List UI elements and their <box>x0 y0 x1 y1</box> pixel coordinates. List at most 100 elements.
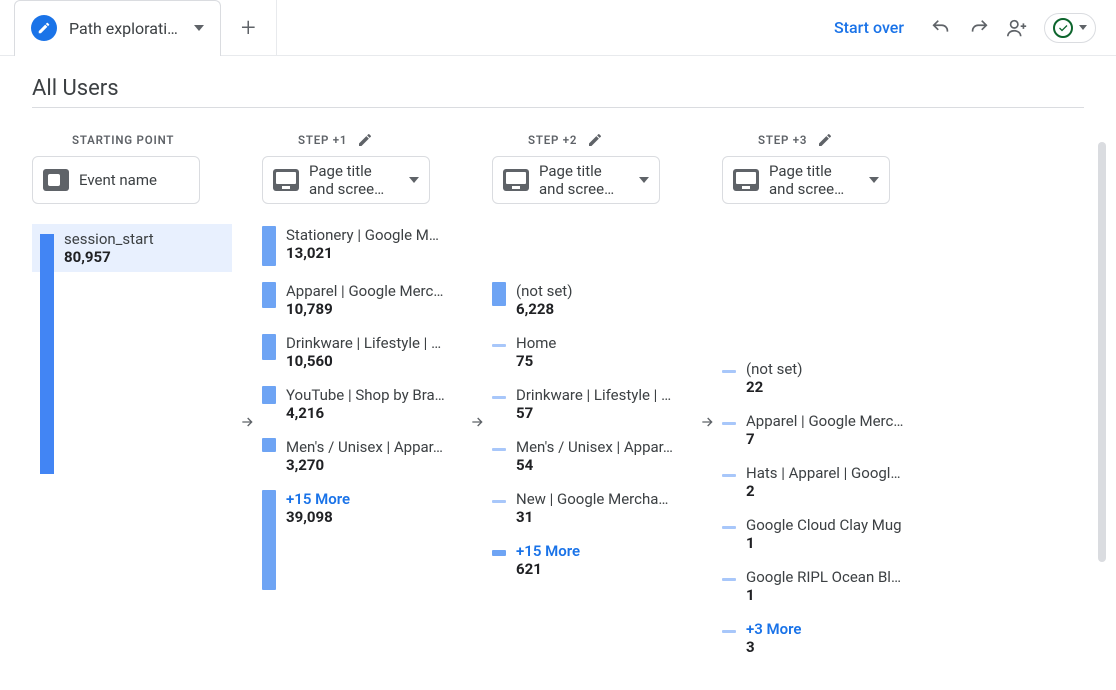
node-value: 6,228 <box>516 300 572 318</box>
step-3-dropdown[interactable]: Page title and scree… <box>722 156 890 204</box>
path-start-node[interactable]: session_start 80,957 <box>32 224 232 272</box>
path-node[interactable]: Men's / Unisex | Appar…3,270 <box>262 436 462 488</box>
node-value: 57 <box>516 404 671 422</box>
step-arrow-icon <box>232 174 262 670</box>
share-user-button[interactable] <box>1002 17 1032 39</box>
step-2-header: STEP +2 <box>528 133 577 147</box>
node-label: Hats | Apparel | Googl… <box>746 464 900 482</box>
node-bar <box>40 234 54 474</box>
node-bar <box>262 226 276 266</box>
dropdown-label: Page title and scree… <box>539 162 629 198</box>
path-node[interactable]: Drinkware | Lifestyle | …57 <box>492 384 692 436</box>
step-2-dropdown[interactable]: Page title and scree… <box>492 156 660 204</box>
step-1-column: STEP +1 Page title and scree… Stationery… <box>262 132 462 670</box>
step-3-column: STEP +3 Page title and scree… (not set)2… <box>722 132 922 670</box>
node-value: 621 <box>516 560 580 578</box>
dropdown-label: Event name <box>79 171 189 189</box>
segment-title: All Users <box>32 76 1084 108</box>
exploration-tab[interactable]: Path explorati… <box>14 0 221 56</box>
node-bar <box>492 550 506 556</box>
start-over-button[interactable]: Start over <box>834 18 904 37</box>
node-label: Drinkware | Lifestyle | … <box>516 386 671 404</box>
node-value: 1 <box>746 534 902 552</box>
node-bar <box>262 386 276 404</box>
path-node[interactable]: (not set)22 <box>722 358 922 410</box>
node-value: 39,098 <box>286 508 350 526</box>
chevron-down-icon <box>639 177 649 183</box>
step-arrow-icon <box>692 174 722 670</box>
path-node[interactable]: Apparel | Google Merc…10,789 <box>262 280 462 332</box>
step-1-dropdown[interactable]: Page title and scree… <box>262 156 430 204</box>
edit-step-button[interactable] <box>587 132 603 148</box>
node-label: +3 More <box>746 620 802 638</box>
insights-status-button[interactable] <box>1044 13 1096 43</box>
add-tab-button[interactable]: + <box>221 0 277 56</box>
path-node[interactable]: +3 More3 <box>722 618 922 670</box>
step-1-header: STEP +1 <box>298 133 347 147</box>
tab-dropdown-caret-icon[interactable] <box>194 25 204 31</box>
edit-step-button[interactable] <box>817 132 833 148</box>
node-bar <box>262 334 276 360</box>
node-bar <box>492 344 506 347</box>
pencil-circle-icon <box>31 15 57 41</box>
step-2-column: STEP +2 Page title and scree… (not set)6… <box>492 132 692 670</box>
path-node[interactable]: Hats | Apparel | Googl…2 <box>722 462 922 514</box>
event-icon <box>43 169 69 191</box>
path-node[interactable]: +15 More39,098 <box>262 488 462 604</box>
path-node[interactable]: Stationery | Google Me…13,021 <box>262 224 462 280</box>
node-bar <box>492 282 506 306</box>
path-node[interactable]: Men's / Unisex | Appar…54 <box>492 436 692 488</box>
chevron-down-icon <box>1079 25 1087 30</box>
node-label: Home <box>516 334 556 352</box>
check-circle-icon <box>1053 18 1073 38</box>
top-toolbar: Path explorati… + Start over <box>0 0 1116 56</box>
node-value: 2 <box>746 482 900 500</box>
plus-icon: + <box>241 13 256 43</box>
path-node[interactable]: YouTube | Shop by Bra…4,216 <box>262 384 462 436</box>
path-node[interactable]: New | Google Merchan…31 <box>492 488 692 540</box>
node-label: YouTube | Shop by Bra… <box>286 386 445 404</box>
node-value: 4,216 <box>286 404 445 422</box>
node-label: Google RIPL Ocean Bl… <box>746 568 901 586</box>
node-value: 1 <box>746 586 901 604</box>
path-node[interactable]: +15 More621 <box>492 540 692 592</box>
node-value: 13,021 <box>286 244 446 262</box>
node-label: New | Google Merchan… <box>516 490 676 508</box>
scrollbar[interactable] <box>1098 142 1106 562</box>
node-label: Stationery | Google Me… <box>286 226 446 244</box>
node-label: (not set) <box>516 282 572 300</box>
node-bar <box>492 396 506 399</box>
node-label: session_start <box>64 230 154 248</box>
path-node[interactable]: Google Cloud Clay Mug1 <box>722 514 922 566</box>
step-3-header: STEP +3 <box>758 133 807 147</box>
path-node[interactable]: Home75 <box>492 332 692 384</box>
node-value: 31 <box>516 508 676 526</box>
node-bar <box>492 500 506 503</box>
redo-button[interactable] <box>964 17 994 39</box>
node-bar <box>262 282 276 308</box>
step-arrow-icon <box>462 174 492 670</box>
edit-step-button[interactable] <box>357 132 373 148</box>
node-value: 54 <box>516 456 673 474</box>
starting-point-dropdown[interactable]: Event name <box>32 156 200 204</box>
node-label: (not set) <box>746 360 802 378</box>
chevron-down-icon <box>869 177 879 183</box>
exploration-canvas: All Users STARTING POINT Event name sess… <box>0 56 1116 690</box>
path-node[interactable]: Drinkware | Lifestyle | …10,560 <box>262 332 462 384</box>
starting-point-header: STARTING POINT <box>72 133 174 147</box>
path-node[interactable]: Google RIPL Ocean Bl…1 <box>722 566 922 618</box>
path-node[interactable]: Apparel | Google Merc…7 <box>722 410 922 462</box>
path-node[interactable]: (not set)6,228 <box>492 280 692 332</box>
node-label: Apparel | Google Merc… <box>746 412 903 430</box>
screen-icon <box>733 169 759 191</box>
node-value: 10,789 <box>286 300 443 318</box>
node-bar <box>262 438 276 452</box>
node-label: Drinkware | Lifestyle | … <box>286 334 441 352</box>
node-bar <box>722 578 736 581</box>
node-bar <box>722 474 736 477</box>
node-value: 7 <box>746 430 903 448</box>
node-label: Apparel | Google Merc… <box>286 282 443 300</box>
chevron-down-icon <box>409 177 419 183</box>
node-label: Men's / Unisex | Appar… <box>516 438 673 456</box>
undo-button[interactable] <box>926 17 956 39</box>
